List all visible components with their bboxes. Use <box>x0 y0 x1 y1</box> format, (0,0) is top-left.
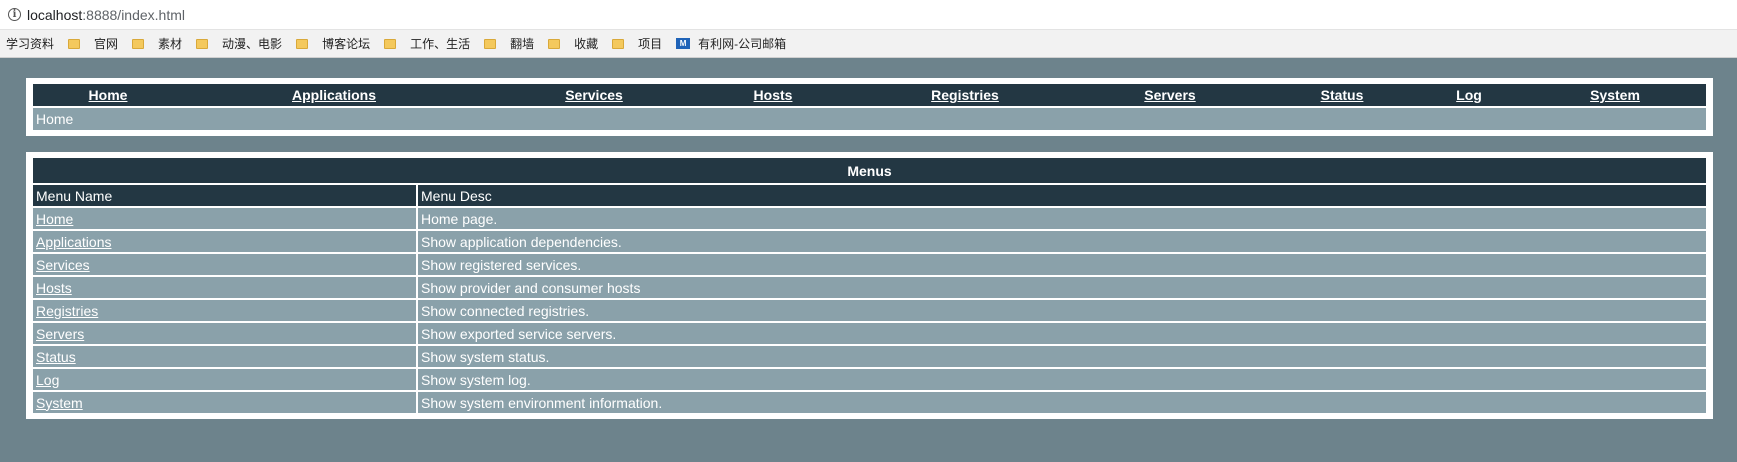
menus-panel: Menus Menu Name Menu Desc Home Home page… <box>26 152 1713 419</box>
bookmark-folder[interactable]: 翻墙 <box>484 35 534 52</box>
bookmark-folder[interactable]: 官网 <box>68 35 118 52</box>
table-row: Services Show registered services. <box>33 252 1706 275</box>
breadcrumb: Home <box>33 108 1706 130</box>
folder-icon <box>548 38 561 49</box>
folder-icon <box>612 38 625 49</box>
bookmarks-bar: 学习资料 官网 素材 动漫、电影 博客论坛 工作、生活 翻墙 收藏 项目 M 有… <box>0 30 1737 58</box>
menu-link-home[interactable]: Home <box>36 211 73 227</box>
bookmark-folder[interactable]: 动漫、电影 <box>196 35 282 52</box>
menu-link-system[interactable]: System <box>36 395 83 411</box>
menu-link-registries[interactable]: Registries <box>36 303 98 319</box>
bookmark-folder[interactable]: 收藏 <box>548 35 598 52</box>
table-row: Registries Show connected registries. <box>33 298 1706 321</box>
bookmark-item[interactable]: 学习资料 <box>6 35 54 52</box>
nav-link-log[interactable]: Log <box>1456 87 1482 103</box>
menu-link-status[interactable]: Status <box>36 349 76 365</box>
table-title: Menus <box>33 158 1706 183</box>
folder-icon <box>484 38 497 49</box>
menu-desc: Show system environment information. <box>418 390 1706 413</box>
menus-table: Menus Menu Name Menu Desc Home Home page… <box>33 158 1706 413</box>
bookmark-folder[interactable]: 项目 <box>612 35 662 52</box>
url-text[interactable]: localhost:8888/index.html <box>27 7 185 23</box>
table-row: Servers Show exported service servers. <box>33 321 1706 344</box>
folder-icon <box>196 38 209 49</box>
address-bar[interactable]: i localhost:8888/index.html <box>0 0 1737 30</box>
page-content: Home Applications Services Hosts Registr… <box>0 58 1737 419</box>
bookmark-folder[interactable]: 素材 <box>132 35 182 52</box>
menu-desc: Show registered services. <box>418 252 1706 275</box>
menu-desc: Show connected registries. <box>418 298 1706 321</box>
bookmark-folder[interactable]: 工作、生活 <box>384 35 470 52</box>
table-row: Hosts Show provider and consumer hosts <box>33 275 1706 298</box>
nav-panel: Home Applications Services Hosts Registr… <box>26 78 1713 136</box>
menu-desc: Home page. <box>418 206 1706 229</box>
menu-link-hosts[interactable]: Hosts <box>36 280 72 296</box>
menu-desc: Show exported service servers. <box>418 321 1706 344</box>
menu-desc: Show application dependencies. <box>418 229 1706 252</box>
folder-icon <box>68 38 81 49</box>
nav-link-applications[interactable]: Applications <box>292 87 376 103</box>
table-row: System Show system environment informati… <box>33 390 1706 413</box>
table-header-row: Menu Name Menu Desc <box>33 183 1706 206</box>
nav-link-system[interactable]: System <box>1590 87 1640 103</box>
nav-link-home[interactable]: Home <box>89 87 128 103</box>
bookmark-item[interactable]: M 有利网-公司邮箱 <box>676 35 786 52</box>
column-header-name: Menu Name <box>33 183 418 206</box>
menu-link-applications[interactable]: Applications <box>36 234 112 250</box>
folder-icon <box>384 38 397 49</box>
folder-icon <box>132 38 145 49</box>
menu-link-services[interactable]: Services <box>36 257 90 273</box>
table-row: Status Show system status. <box>33 344 1706 367</box>
mail-icon: M <box>676 38 691 49</box>
nav-link-registries[interactable]: Registries <box>931 87 999 103</box>
menu-link-servers[interactable]: Servers <box>36 326 84 342</box>
top-navigation: Home Applications Services Hosts Registr… <box>33 84 1706 106</box>
table-row: Applications Show application dependenci… <box>33 229 1706 252</box>
column-header-desc: Menu Desc <box>418 183 1706 206</box>
table-row: Home Home page. <box>33 206 1706 229</box>
nav-link-hosts[interactable]: Hosts <box>754 87 793 103</box>
table-row: Log Show system log. <box>33 367 1706 390</box>
nav-link-services[interactable]: Services <box>565 87 623 103</box>
nav-link-status[interactable]: Status <box>1321 87 1364 103</box>
bookmark-folder[interactable]: 博客论坛 <box>296 35 370 52</box>
menu-link-log[interactable]: Log <box>36 372 59 388</box>
menu-desc: Show system status. <box>418 344 1706 367</box>
folder-icon <box>296 38 309 49</box>
nav-link-servers[interactable]: Servers <box>1144 87 1195 103</box>
menu-desc: Show provider and consumer hosts <box>418 275 1706 298</box>
menu-desc: Show system log. <box>418 367 1706 390</box>
info-icon[interactable]: i <box>8 8 21 21</box>
